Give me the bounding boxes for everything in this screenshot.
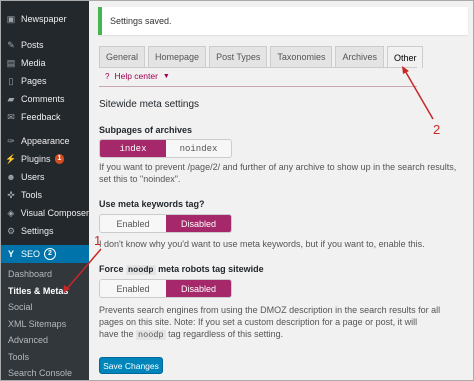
noodp-option-enabled[interactable]: Enabled	[100, 280, 166, 297]
comment-icon: ▰	[7, 93, 15, 104]
subpages-option-index[interactable]: index	[100, 140, 166, 157]
feedback-icon: ✉	[7, 111, 15, 122]
submenu-item-social[interactable]: Social	[1, 299, 89, 315]
noodp-desc-line-1: Prevents search engines from using the D…	[99, 305, 441, 315]
tab-post-types[interactable]: Post Types	[209, 46, 268, 67]
tab-general[interactable]: General	[99, 46, 146, 67]
noodp-desc-pre: have the	[99, 329, 134, 339]
sidebar-item-settings[interactable]: ⚙ Settings	[1, 222, 89, 240]
seo-count-badge: 2	[44, 248, 56, 260]
sidebar-item-label: Appearance	[21, 136, 70, 146]
sidebar-item-label: Tools	[21, 190, 43, 200]
sidebar-item-label: Newspaper	[21, 14, 67, 24]
sidebar-item-label: Pages	[21, 76, 47, 86]
sidebar-item-label: Media	[21, 58, 46, 68]
noodp-desc-line-2: pages on this site. Note: If you set a c…	[99, 317, 418, 327]
submenu-item-titles-metas[interactable]: Titles & Metas	[1, 283, 89, 299]
submenu-item-advanced[interactable]: Advanced	[1, 332, 89, 348]
help-divider	[99, 86, 417, 87]
caret-down-icon: ▼	[162, 72, 170, 80]
annotation-label-1: 1	[94, 233, 102, 248]
screenshot-frame: ▣ Newspaper ✎ Posts ▤ Media ▯ Pages ▰ Comments ✉ Fe…	[0, 0, 474, 381]
sidebar-item-label: Comments	[21, 94, 65, 104]
help-center-toggle[interactable]: ? Help center ▼	[105, 71, 170, 81]
keywords-option-enabled[interactable]: Enabled	[100, 215, 166, 232]
update-count-badge: 1	[54, 154, 65, 164]
sidebar-item-label: Feedback	[21, 112, 61, 122]
keywords-description: I don't know why you'd want to use meta …	[99, 239, 425, 249]
help-center-label: Help center	[114, 71, 158, 81]
seo-submenu: Dashboard Titles & Metas Social XML Sitemap…	[1, 263, 89, 380]
plugin-icon: ⚡	[5, 153, 17, 164]
composer-icon: ◈	[7, 207, 15, 218]
wrench-icon: ✜	[7, 189, 15, 200]
sidebar-item-tools[interactable]: ✜ Tools	[1, 186, 89, 204]
tab-archives[interactable]: Archives	[335, 46, 384, 67]
sidebar-item-label: Settings	[21, 226, 54, 236]
user-icon: ☻	[6, 172, 16, 182]
keywords-toggle: Enabled Disabled	[99, 214, 232, 233]
settings-saved-notice: Settings saved.	[98, 7, 468, 35]
keywords-label: Use meta keywords tag?	[99, 199, 205, 209]
pin-icon: ✎	[7, 39, 15, 50]
tab-divider	[99, 67, 417, 68]
subpages-toggle: index noindex	[99, 139, 232, 158]
tab-other[interactable]: Other	[386, 46, 424, 68]
newspaper-icon: ▣	[6, 13, 16, 24]
keywords-option-disabled[interactable]: Disabled	[166, 215, 231, 232]
admin-sidebar: ▣ Newspaper ✎ Posts ▤ Media ▯ Pages ▰ Comments ✉ Fe…	[1, 1, 89, 380]
sidebar-item-label: Posts	[21, 40, 44, 50]
page-icon: ▯	[8, 75, 14, 86]
subpages-label: Subpages of archives	[99, 125, 193, 135]
sidebar-item-label: Plugins	[21, 154, 51, 164]
settings-tabs: General Homepage Post Types Taxonomies Archi…	[99, 46, 426, 68]
sidebar-item-label: Visual Composer	[20, 208, 89, 218]
noodp-label: Force noodp meta robots tag sitewide	[99, 264, 264, 275]
sidebar-item-pages[interactable]: ▯ Pages	[1, 72, 89, 90]
sidebar-item-media[interactable]: ▤ Media	[1, 54, 89, 72]
sidebar-item-label: SEO	[21, 249, 41, 259]
submenu-item-tools[interactable]: Tools	[1, 349, 89, 365]
sidebar-item-visual-composer[interactable]: ◈ Visual Composer	[1, 204, 89, 222]
media-icon: ▤	[6, 57, 16, 68]
submenu-item-search-console[interactable]: Search Console	[1, 365, 89, 380]
tab-homepage[interactable]: Homepage	[148, 46, 207, 67]
submenu-item-dashboard[interactable]: Dashboard	[1, 266, 89, 282]
sidebar-item-appearance[interactable]: ✑ Appearance	[1, 132, 89, 150]
save-changes-button[interactable]: Save Changes	[99, 357, 163, 374]
section-title: Sitewide meta settings	[99, 99, 200, 110]
settings-icon: ⚙	[6, 225, 16, 236]
sidebar-item-comments[interactable]: ▰ Comments	[1, 90, 89, 108]
subpages-description: If you want to prevent /page/2/ and furt…	[99, 162, 457, 184]
question-icon: ?	[105, 71, 110, 81]
noodp-toggle: Enabled Disabled	[99, 279, 232, 298]
sidebar-item-newspaper[interactable]: ▣ Newspaper	[1, 10, 89, 28]
brush-icon: ✑	[7, 135, 15, 146]
main-content: Settings saved. General Homepage Post Type…	[89, 1, 473, 380]
noodp-desc-code: noodp	[136, 330, 166, 340]
noodp-description: Prevents search engines from using the D…	[99, 304, 459, 341]
noodp-option-disabled[interactable]: Disabled	[166, 280, 231, 297]
seo-icon: Y	[7, 249, 14, 259]
sidebar-item-users[interactable]: ☻ Users	[1, 168, 89, 186]
tab-taxonomies[interactable]: Taxonomies	[270, 46, 333, 67]
noodp-desc-post: tag regardless of this setting.	[168, 329, 284, 339]
sidebar-item-feedback[interactable]: ✉ Feedback	[1, 108, 89, 126]
sidebar-item-seo[interactable]: Y SEO 2	[1, 245, 89, 263]
notice-text: Settings saved.	[110, 16, 172, 26]
sidebar-item-posts[interactable]: ✎ Posts	[1, 36, 89, 54]
subpages-option-noindex[interactable]: noindex	[166, 140, 231, 157]
noodp-code: noodp	[126, 265, 156, 275]
sidebar-item-label: Users	[21, 172, 45, 182]
submenu-item-xml-sitemaps[interactable]: XML Sitemaps	[1, 316, 89, 332]
noodp-label-pre: Force	[99, 264, 124, 274]
annotation-label-2: 2	[433, 122, 441, 137]
noodp-desc-line-3: have the noodp tag regardless of this se…	[99, 328, 459, 341]
sidebar-item-plugins[interactable]: ⚡ Plugins 1	[1, 150, 89, 168]
noodp-label-post: meta robots tag sitewide	[158, 264, 264, 274]
